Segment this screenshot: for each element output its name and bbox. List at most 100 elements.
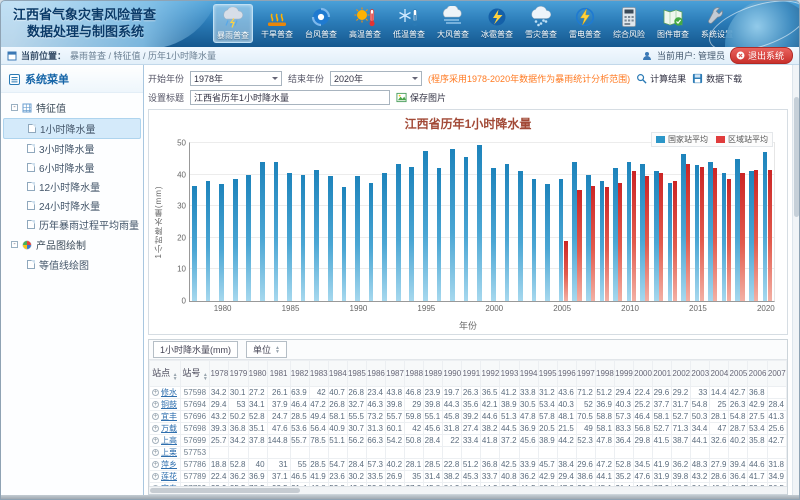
sidebar-item[interactable]: 12小时降水量 [3,177,141,196]
year-column-header[interactable]: 2002 [672,361,691,387]
toolbar-item-wind[interactable]: 大风普查 [433,4,473,43]
vscroll-thumb[interactable] [794,97,799,217]
year-column-header[interactable]: 2001 [653,361,672,387]
year-column-header[interactable]: 1983 [309,361,328,387]
bar-national [695,165,700,301]
bar-national [233,179,238,301]
chart-title-input[interactable] [190,90,390,105]
unit-sort-control[interactable]: 单位▲▼ [246,341,287,358]
year-column-header[interactable]: 1987 [386,361,405,387]
expand-icon[interactable]: + [152,413,159,420]
sidebar-item[interactable]: 等值线绘图 [3,255,141,274]
chart-plot: 0102030405019801985199019952000200520102… [189,142,775,302]
exit-system-button[interactable]: 退出系统 [730,47,793,64]
station-link[interactable]: 上高 [161,436,177,445]
year-column-header[interactable]: 1986 [366,361,385,387]
collapse-icon[interactable]: - [11,241,18,248]
expand-icon[interactable]: + [152,437,159,444]
column-header-station-id[interactable]: 站号 ▲▼ [180,361,210,387]
calculate-button[interactable]: 计算结果 [636,72,686,85]
sidebar-item-label: 3小时降水量 [39,141,95,156]
year-column-header[interactable]: 2005 [729,361,748,387]
column-header-station[interactable]: 站点 ▲▼ [150,361,181,387]
value-cell: 38.6 [576,471,595,483]
station-link[interactable]: 上栗 [161,448,177,457]
start-year-select[interactable]: 1978年 [190,71,282,86]
sidebar-item[interactable]: 历年暴雨过程平均雨量 [3,215,141,234]
year-column-header[interactable]: 1996 [557,361,576,387]
toolbar-item-lightning[interactable]: 雷电普查 [565,4,605,43]
end-year-select[interactable]: 2020年 [330,71,422,86]
hscroll-thumb[interactable] [150,488,300,493]
toolbar-item-high-temp[interactable]: 高温普查 [345,4,385,43]
expand-icon[interactable]: + [152,473,159,480]
bar-regional [632,171,636,301]
download-data-button[interactable]: 数据下载 [692,72,742,85]
year-column-header[interactable]: 1978 [210,361,229,387]
toolbar-item-typhoon[interactable]: 台风普查 [301,4,341,43]
legend-entry[interactable]: 区域站平均 [716,134,768,145]
measure-filter[interactable]: 1小时降水量(mm) [153,341,238,358]
year-column-header[interactable]: 1980 [248,361,267,387]
year-column-header[interactable]: 1981 [267,361,290,387]
station-link[interactable]: 宜丰 [161,412,177,421]
year-column-header[interactable]: 2003 [691,361,710,387]
year-column-header[interactable]: 1995 [538,361,557,387]
station-link[interactable]: 修水 [161,388,177,397]
main-vertical-scrollbar[interactable] [792,65,799,495]
value-cell: 29 [405,399,424,411]
toolbar-item-risk-calc[interactable]: 综合风险 [609,4,649,43]
year-column-header[interactable]: 2006 [748,361,767,387]
year-column-header[interactable]: 1997 [576,361,595,387]
tree-group-grid[interactable]: -特征值 [3,97,141,118]
expand-icon[interactable]: + [152,425,159,432]
value-cell: 51.1 [328,435,347,447]
expand-icon[interactable]: + [152,389,159,396]
toolbar-item-hail[interactable]: 冰雹普查 [477,4,517,43]
year-column-header[interactable]: 2004 [710,361,729,387]
table-horizontal-scrollbar[interactable] [149,486,787,494]
toolbar-item-rainstorm[interactable]: 暴雨普查 [213,4,253,43]
expand-icon[interactable]: + [152,461,159,468]
toolbar-item-low-temp[interactable]: 低温普查 [389,4,429,43]
year-column-header[interactable]: 1990 [443,361,462,387]
year-column-header[interactable]: 1979 [229,361,248,387]
year-column-header[interactable]: 1993 [500,361,519,387]
year-column-header[interactable]: 1994 [519,361,538,387]
tree-group-palette[interactable]: -产品图绘制 [3,234,141,255]
year-column-header[interactable]: 1999 [614,361,633,387]
value-cell: 54.8 [729,411,748,423]
sidebar-item[interactable]: 24小时降水量 [3,196,141,215]
value-cell: 56.8 [634,423,653,435]
year-column-header[interactable]: 1998 [595,361,614,387]
breadcrumb[interactable]: 暴雨普查 / 特征值 / 历年1小时降水量 [70,49,216,62]
value-cell: 36.8 [229,423,248,435]
table-row: +莲花5778922.436.236.937.146.541.923.630.2… [150,471,787,483]
sidebar-item[interactable]: 3小时降水量 [3,139,141,158]
toolbar-item-map-review[interactable]: 图件审查 [653,4,693,43]
toolbar-item-drought[interactable]: 干旱普查 [257,4,297,43]
sidebar-item[interactable]: 1小时降水量 [3,118,141,139]
expand-icon[interactable]: + [152,401,159,408]
year-column-header[interactable]: 1982 [290,361,309,387]
toolbar-item-snow[interactable]: 雪灾普查 [521,4,561,43]
year-column-header[interactable]: 1985 [347,361,366,387]
year-column-header[interactable]: 2007 [767,361,786,387]
station-link[interactable]: 莲花 [161,472,177,481]
expand-icon[interactable]: + [152,449,159,456]
legend-entry[interactable]: 国家站平均 [656,134,708,145]
sidebar-item[interactable]: 6小时降水量 [3,158,141,177]
year-column-header[interactable]: 1992 [481,361,500,387]
year-column-header[interactable]: 1988 [405,361,424,387]
station-link[interactable]: 铜鼓 [161,400,177,409]
year-column-header[interactable]: 1989 [424,361,443,387]
year-column-header[interactable]: 2000 [634,361,653,387]
station-link[interactable]: 万载 [161,424,177,433]
year-column-header[interactable]: 1991 [462,361,481,387]
save-image-button[interactable]: 保存图片 [396,91,446,104]
station-link[interactable]: 萍乡 [161,460,177,469]
collapse-icon[interactable]: - [11,104,18,111]
window-bottom-edge [1,495,799,499]
year-column-header[interactable]: 1984 [328,361,347,387]
station-id-cell: 57598 [180,387,210,399]
